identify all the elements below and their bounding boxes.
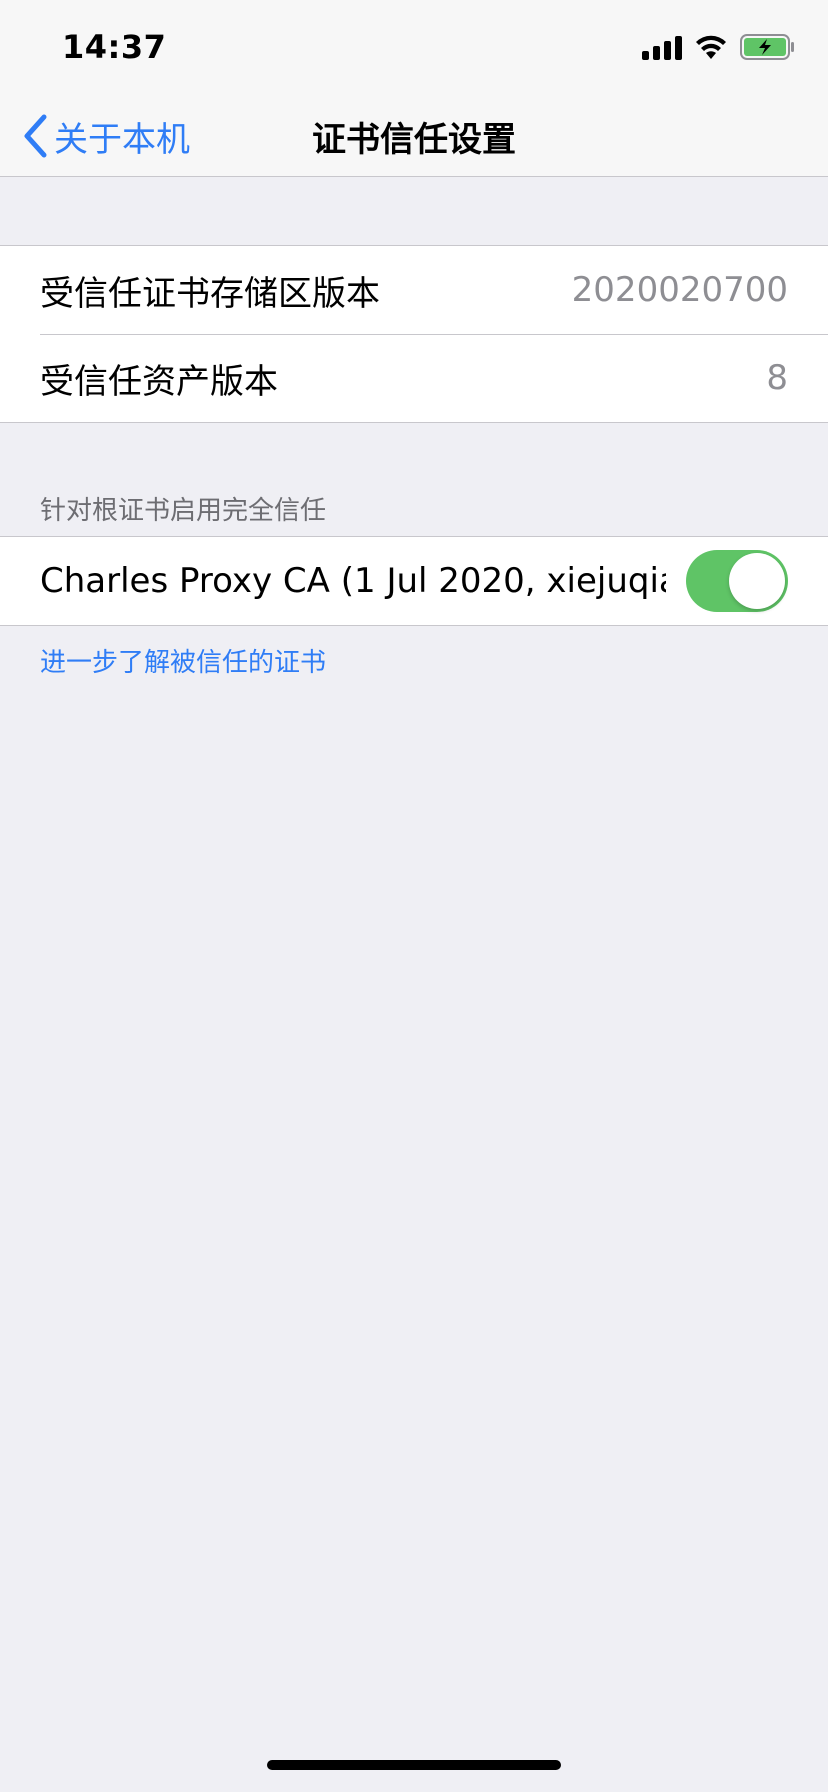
navigation-bar: 关于本机 证书信任设置 (0, 96, 828, 177)
certificate-group: Charles Proxy CA (1 Jul 2020, xiejuqian.… (0, 536, 828, 626)
toggle-knob (729, 553, 785, 609)
list-item: 受信任证书存储区版本 2020020700 (0, 246, 828, 334)
wifi-icon (696, 35, 726, 59)
battery-charging-icon (740, 34, 794, 60)
status-bar: 14:37 (0, 0, 828, 96)
info-group: 受信任证书存储区版本 2020020700 受信任资产版本 8 (0, 245, 828, 423)
row-label: 受信任证书存储区版本 (40, 273, 380, 314)
section-header: 针对根证书启用完全信任 (40, 496, 327, 526)
row-value: 8 (766, 358, 788, 398)
learn-more-link[interactable]: 进一步了解被信任的证书 (40, 642, 326, 679)
trust-toggle[interactable] (686, 550, 788, 612)
page-title: 证书信任设置 (312, 120, 516, 160)
home-indicator[interactable] (267, 1760, 561, 1770)
row-value: 2020020700 (571, 270, 788, 310)
signal-icon (642, 34, 682, 60)
status-time: 14:37 (62, 28, 167, 66)
row-label: 受信任资产版本 (40, 361, 278, 402)
status-icons (642, 34, 796, 60)
certificate-row: Charles Proxy CA (1 Jul 2020, xiejuqian.… (0, 537, 828, 625)
list-item: 受信任资产版本 8 (0, 334, 828, 422)
certificate-label: Charles Proxy CA (1 Jul 2020, xiejuqian.… (40, 561, 666, 601)
